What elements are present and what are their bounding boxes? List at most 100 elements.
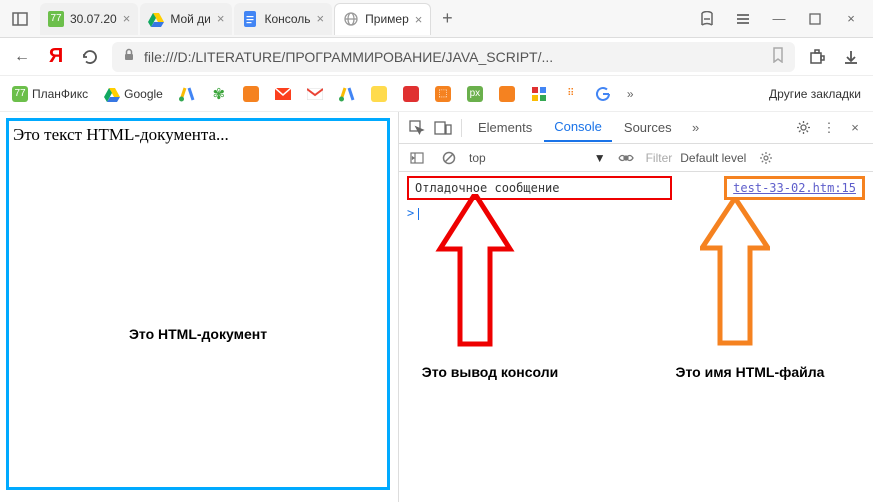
- tab-label: 30.07.20: [70, 12, 117, 26]
- maximize-icon[interactable]: [797, 3, 833, 35]
- close-icon[interactable]: ×: [317, 11, 325, 26]
- tabs-overflow-icon[interactable]: »: [684, 116, 708, 140]
- filter-input[interactable]: Filter: [646, 151, 673, 165]
- titlebar: 77 30.07.20 × Мой ди × Консоль × Пример …: [0, 0, 873, 38]
- bm-ic-4[interactable]: [271, 84, 295, 104]
- new-tab-button[interactable]: +: [433, 5, 461, 33]
- collections-icon[interactable]: [689, 3, 725, 35]
- doc-annotation-label: Это HTML-документ: [9, 326, 387, 342]
- content-area: Это текст HTML-документа... Это HTML-док…: [0, 112, 873, 502]
- icq-icon: ✾: [211, 86, 227, 102]
- bookmark-google[interactable]: Google: [100, 84, 167, 104]
- tab-sources[interactable]: Sources: [614, 114, 682, 141]
- device-icon[interactable]: [431, 116, 455, 140]
- tab-3-active[interactable]: Пример ×: [334, 3, 431, 35]
- bookmark-flag-icon[interactable]: [771, 47, 785, 66]
- yamail-icon: [275, 86, 291, 102]
- close-icon[interactable]: ×: [123, 11, 131, 26]
- minimize-icon[interactable]: —: [761, 3, 797, 35]
- tab-0[interactable]: 77 30.07.20 ×: [40, 3, 138, 35]
- ydirect-icon: [371, 86, 387, 102]
- sidebar-toggle-icon[interactable]: [4, 3, 36, 35]
- address-bar: ← Я file:///D:/LITERATURE/ПРОГРАММИРОВАН…: [0, 38, 873, 76]
- url-box[interactable]: file:///D:/LITERATURE/ПРОГРАММИРОВАНИЕ/J…: [112, 42, 795, 72]
- bookmark-label: Google: [124, 87, 163, 101]
- other-bookmarks[interactable]: Другие закладки: [765, 85, 865, 103]
- google-g-icon: [595, 86, 611, 102]
- level-selector[interactable]: Default level: [680, 151, 746, 165]
- tab-label: Пример: [365, 12, 409, 26]
- console-source-link[interactable]: test-33-02.htm:15: [733, 181, 856, 195]
- close-window-icon[interactable]: ×: [833, 3, 869, 35]
- close-icon[interactable]: ×: [415, 12, 423, 27]
- console-sidebar-icon[interactable]: [405, 146, 429, 170]
- dots-icon: ⠿: [563, 86, 579, 102]
- bookmark-label: ПланФикс: [32, 87, 88, 101]
- red-arrow-annotation: [435, 194, 515, 354]
- bm-ic-10[interactable]: px: [463, 84, 487, 104]
- console-gear-icon[interactable]: [754, 146, 778, 170]
- bm-ic-5[interactable]: [303, 84, 327, 104]
- bm-ic-13[interactable]: ⠿: [559, 84, 583, 104]
- bm-ic-14[interactable]: [591, 84, 615, 104]
- clear-console-icon[interactable]: [437, 146, 461, 170]
- inspect-icon[interactable]: [405, 116, 429, 140]
- console-source-box: test-33-02.htm:15: [724, 176, 865, 200]
- multi-icon: [531, 86, 547, 102]
- tab-label: Мой ди: [170, 12, 211, 26]
- bm-ic-11[interactable]: [495, 84, 519, 104]
- devtools-tabs: Elements Console Sources » ⋮ ×: [399, 112, 873, 144]
- download-icon[interactable]: [839, 45, 863, 69]
- tab-2[interactable]: Консоль ×: [234, 3, 332, 35]
- console-annotation-label: Это вывод консоли: [400, 364, 580, 380]
- gear-icon[interactable]: [791, 116, 815, 140]
- orange-arrow-annotation: [700, 198, 770, 353]
- close-icon[interactable]: ×: [217, 11, 225, 26]
- context-label: top: [469, 151, 486, 165]
- bookmarks-bar: 77 ПланФикс Google ✾ ⬚ px ⠿ » Другие зак…: [0, 76, 873, 112]
- favicon-gdrive: [148, 11, 164, 27]
- bm-overflow-icon[interactable]: »: [623, 85, 638, 103]
- orange-icon: [243, 86, 259, 102]
- red1-icon: [403, 86, 419, 102]
- menu-icon[interactable]: [725, 3, 761, 35]
- bm-ic-9[interactable]: ⬚: [431, 84, 455, 104]
- bm-ic-6[interactable]: [335, 84, 359, 104]
- bm-ic-12[interactable]: [527, 84, 551, 104]
- back-icon[interactable]: ←: [10, 45, 34, 69]
- tab-console[interactable]: Console: [544, 113, 612, 142]
- lock-icon: [122, 48, 136, 65]
- planfix-icon: 77: [12, 86, 28, 102]
- extensions-icon[interactable]: [805, 45, 829, 69]
- console-message: Отладочное сообщение: [415, 181, 560, 195]
- gmail-icon: [307, 86, 323, 102]
- gdrive-icon: [104, 86, 120, 102]
- chevron-down-icon: ▼: [594, 151, 606, 165]
- bm-ic-1[interactable]: [175, 84, 199, 104]
- favicon-generic: [343, 11, 359, 27]
- tab-elements[interactable]: Elements: [468, 114, 542, 141]
- kebab-icon[interactable]: ⋮: [817, 116, 841, 140]
- orange3-icon: [499, 86, 515, 102]
- bm-ic-7[interactable]: [367, 84, 391, 104]
- favicon-gdocs: [242, 11, 258, 27]
- favicon-planfix: 77: [48, 11, 64, 27]
- url-text: file:///D:/LITERATURE/ПРОГРАММИРОВАНИЕ/J…: [144, 49, 553, 65]
- reload-icon[interactable]: [78, 45, 102, 69]
- devtools-close-icon[interactable]: ×: [843, 116, 867, 140]
- live-expr-icon[interactable]: [614, 146, 638, 170]
- tab-1[interactable]: Мой ди ×: [140, 3, 232, 35]
- html-doc-frame: Это текст HTML-документа... Это HTML-док…: [6, 118, 390, 490]
- tab-strip: 77 30.07.20 × Мой ди × Консоль × Пример …: [36, 3, 689, 35]
- other-bookmarks-label: Другие закладки: [769, 87, 861, 101]
- gads-icon: [179, 86, 195, 102]
- bm-ic-3[interactable]: [239, 84, 263, 104]
- gads2-icon: [339, 86, 355, 102]
- bm-ic-8[interactable]: [399, 84, 423, 104]
- doc-text: Это текст HTML-документа...: [9, 121, 387, 149]
- bm-ic-2[interactable]: ✾: [207, 84, 231, 104]
- bookmark-planfix[interactable]: 77 ПланФикс: [8, 84, 92, 104]
- yandex-icon[interactable]: Я: [44, 45, 68, 69]
- file-annotation-label: Это имя HTML-файла: [650, 364, 850, 380]
- context-selector[interactable]: top ▼: [469, 151, 606, 165]
